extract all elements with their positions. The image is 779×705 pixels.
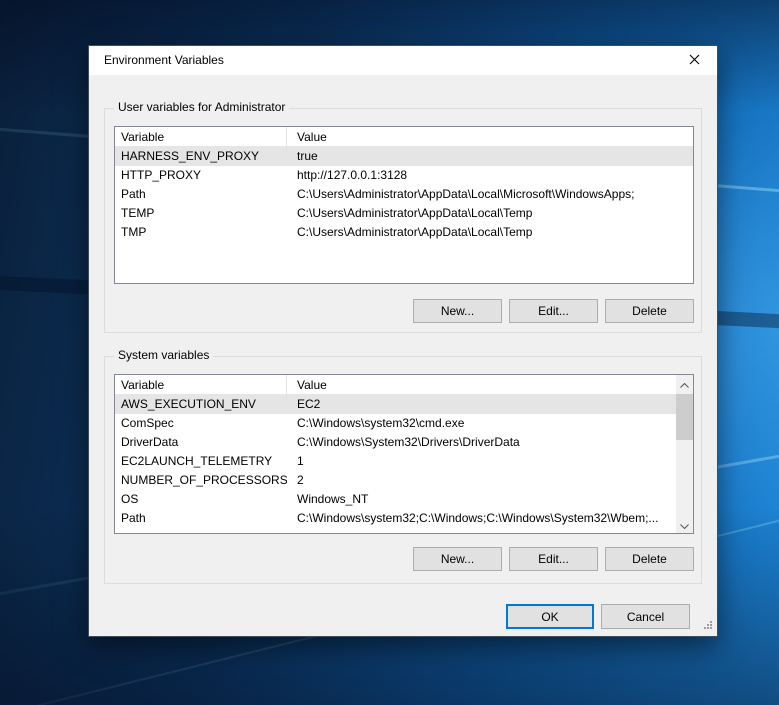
variable-name-cell: EC2LAUNCH_TELEMETRY [115,452,287,471]
table-row[interactable]: HTTP_PROXYhttp://127.0.0.1:3128 [115,166,693,185]
chevron-down-icon [680,518,689,532]
user-variables-group-label: User variables for Administrator [114,100,289,114]
column-header-variable[interactable]: Variable [115,375,287,394]
variable-name-cell: TMP [115,223,287,242]
variable-name-cell: OS [115,490,287,509]
table-row[interactable]: EC2LAUNCH_TELEMETRY1 [115,452,676,471]
table-row[interactable]: NUMBER_OF_PROCESSORS2 [115,471,676,490]
scroll-up-button[interactable] [676,375,693,392]
resize-grip-icon[interactable] [702,620,713,631]
variable-value-cell: C:\Windows\system32;C:\Windows;C:\Window… [287,509,676,528]
variable-value-cell: Windows_NT [287,490,676,509]
variable-value-cell: http://127.0.0.1:3128 [287,166,693,185]
user-new-button[interactable]: New... [413,299,502,323]
table-header: Variable Value [115,375,676,395]
table-row[interactable]: AWS_EXECUTION_ENVEC2 [115,395,676,414]
chevron-up-icon [680,377,689,391]
variable-name-cell: HARNESS_ENV_PROXY [115,147,287,166]
system-delete-button[interactable]: Delete [605,547,694,571]
ok-button[interactable]: OK [506,604,594,629]
variable-value-cell: EC2 [287,395,676,414]
table-row[interactable]: PathC:\Windows\system32;C:\Windows;C:\Wi… [115,509,676,528]
variable-name-cell: AWS_EXECUTION_ENV [115,395,287,414]
table-row[interactable]: DriverDataC:\Windows\System32\Drivers\Dr… [115,433,676,452]
table-row[interactable]: PathC:\Users\Administrator\AppData\Local… [115,185,693,204]
variable-value-cell: C:\Users\Administrator\AppData\Local\Tem… [287,223,693,242]
system-variables-group-label: System variables [114,348,213,362]
variable-value-cell: 1 [287,452,676,471]
variable-value-cell: C:\Windows\system32\cmd.exe [287,414,676,433]
vertical-scrollbar[interactable] [676,375,693,533]
user-edit-button[interactable]: Edit... [509,299,598,323]
environment-variables-dialog: Environment Variables User variables for… [88,45,718,637]
table-row[interactable]: TEMPC:\Users\Administrator\AppData\Local… [115,204,693,223]
column-header-value[interactable]: Value [287,375,676,394]
table-header: Variable Value [115,127,693,147]
variable-name-cell: ComSpec [115,414,287,433]
table-row[interactable]: OSWindows_NT [115,490,676,509]
system-new-button[interactable]: New... [413,547,502,571]
variable-value-cell: C:\Users\Administrator\AppData\Local\Tem… [287,204,693,223]
variable-name-cell: Path [115,509,287,528]
variable-name-cell: Path [115,185,287,204]
cancel-button[interactable]: Cancel [601,604,690,629]
variable-value-cell: 2 [287,471,676,490]
user-delete-button[interactable]: Delete [605,299,694,323]
scroll-down-button[interactable] [676,516,693,533]
variable-value-cell: true [287,147,693,166]
column-header-variable[interactable]: Variable [115,127,287,146]
window-title: Environment Variables [104,46,224,75]
variable-name-cell: TEMP [115,204,287,223]
user-variables-table[interactable]: Variable Value HARNESS_ENV_PROXYtrueHTTP… [114,126,694,284]
table-row[interactable]: TMPC:\Users\Administrator\AppData\Local\… [115,223,693,242]
titlebar[interactable]: Environment Variables [89,46,717,75]
column-header-value[interactable]: Value [287,127,693,146]
close-button[interactable] [672,46,717,75]
table-row[interactable]: HARNESS_ENV_PROXYtrue [115,147,693,166]
variable-name-cell: NUMBER_OF_PROCESSORS [115,471,287,490]
variable-value-cell: C:\Windows\System32\Drivers\DriverData [287,433,676,452]
close-icon [689,54,700,68]
system-edit-button[interactable]: Edit... [509,547,598,571]
variable-name-cell: HTTP_PROXY [115,166,287,185]
system-variables-table[interactable]: Variable Value AWS_EXECUTION_ENVEC2ComSp… [114,374,694,534]
variable-name-cell: DriverData [115,433,287,452]
scrollbar-thumb[interactable] [676,394,693,440]
table-row[interactable]: ComSpecC:\Windows\system32\cmd.exe [115,414,676,433]
variable-value-cell: C:\Users\Administrator\AppData\Local\Mic… [287,185,693,204]
